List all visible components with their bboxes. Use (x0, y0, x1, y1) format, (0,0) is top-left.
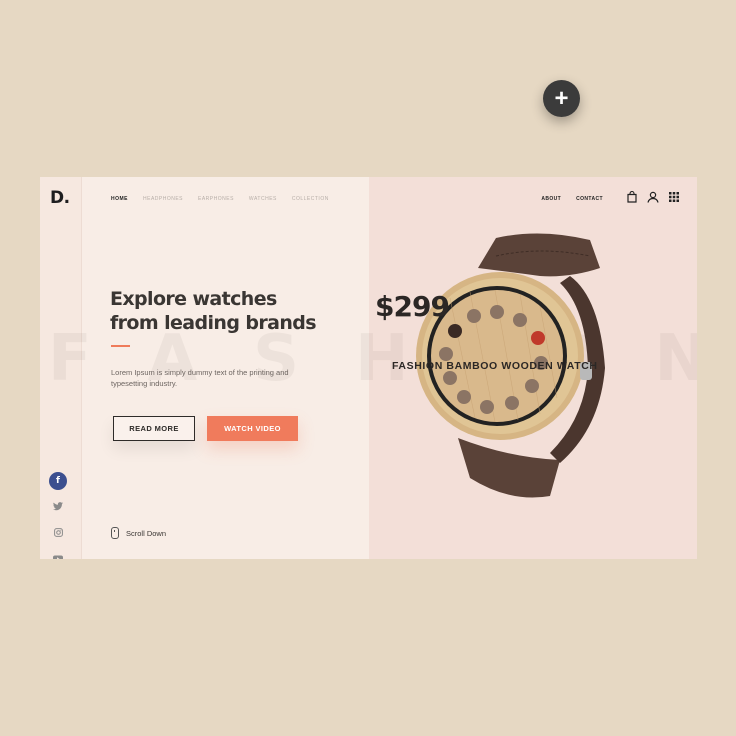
grid-menu-icon[interactable] (669, 192, 679, 202)
main-nav: HOME HEADPHONES EARPHONES WATCHES COLLEC… (111, 196, 329, 202)
shopping-bag-icon[interactable] (627, 191, 637, 203)
nav-about[interactable]: ABOUT (541, 196, 561, 202)
read-more-button[interactable]: READ MORE (113, 416, 195, 441)
social-links: f (49, 472, 67, 559)
watch-video-button[interactable]: WATCH VIDEO (207, 416, 298, 441)
header-icons (627, 191, 679, 203)
nav-watches[interactable]: WATCHES (249, 196, 277, 202)
nav-home[interactable]: HOME (111, 196, 128, 202)
facebook-icon[interactable]: f (49, 472, 67, 490)
plus-icon[interactable]: + (543, 80, 580, 117)
nav-contact[interactable]: CONTACT (576, 196, 603, 202)
scroll-down[interactable]: Scroll Down (111, 527, 166, 539)
product-name: FASHION BAMBOO WOODEN WATCH (392, 360, 598, 372)
nav-earphones[interactable]: EARPHONES (198, 196, 234, 202)
product-price: $299 (375, 290, 450, 323)
mouse-icon (111, 527, 119, 539)
instagram-icon[interactable] (53, 524, 63, 542)
logo[interactable]: D. (50, 188, 70, 208)
nav-headphones[interactable]: HEADPHONES (143, 196, 183, 202)
user-icon[interactable] (647, 191, 659, 203)
nav-collection[interactable]: COLLECTION (292, 196, 329, 202)
hero-headline: Explore watches from leading brands (110, 288, 317, 334)
secondary-nav: ABOUT CONTACT (541, 196, 603, 202)
twitter-icon[interactable] (53, 498, 63, 516)
hero-description: Lorem Ipsum is simply dummy text of the … (111, 368, 289, 388)
accent-divider (111, 345, 130, 347)
youtube-icon[interactable] (53, 550, 63, 559)
